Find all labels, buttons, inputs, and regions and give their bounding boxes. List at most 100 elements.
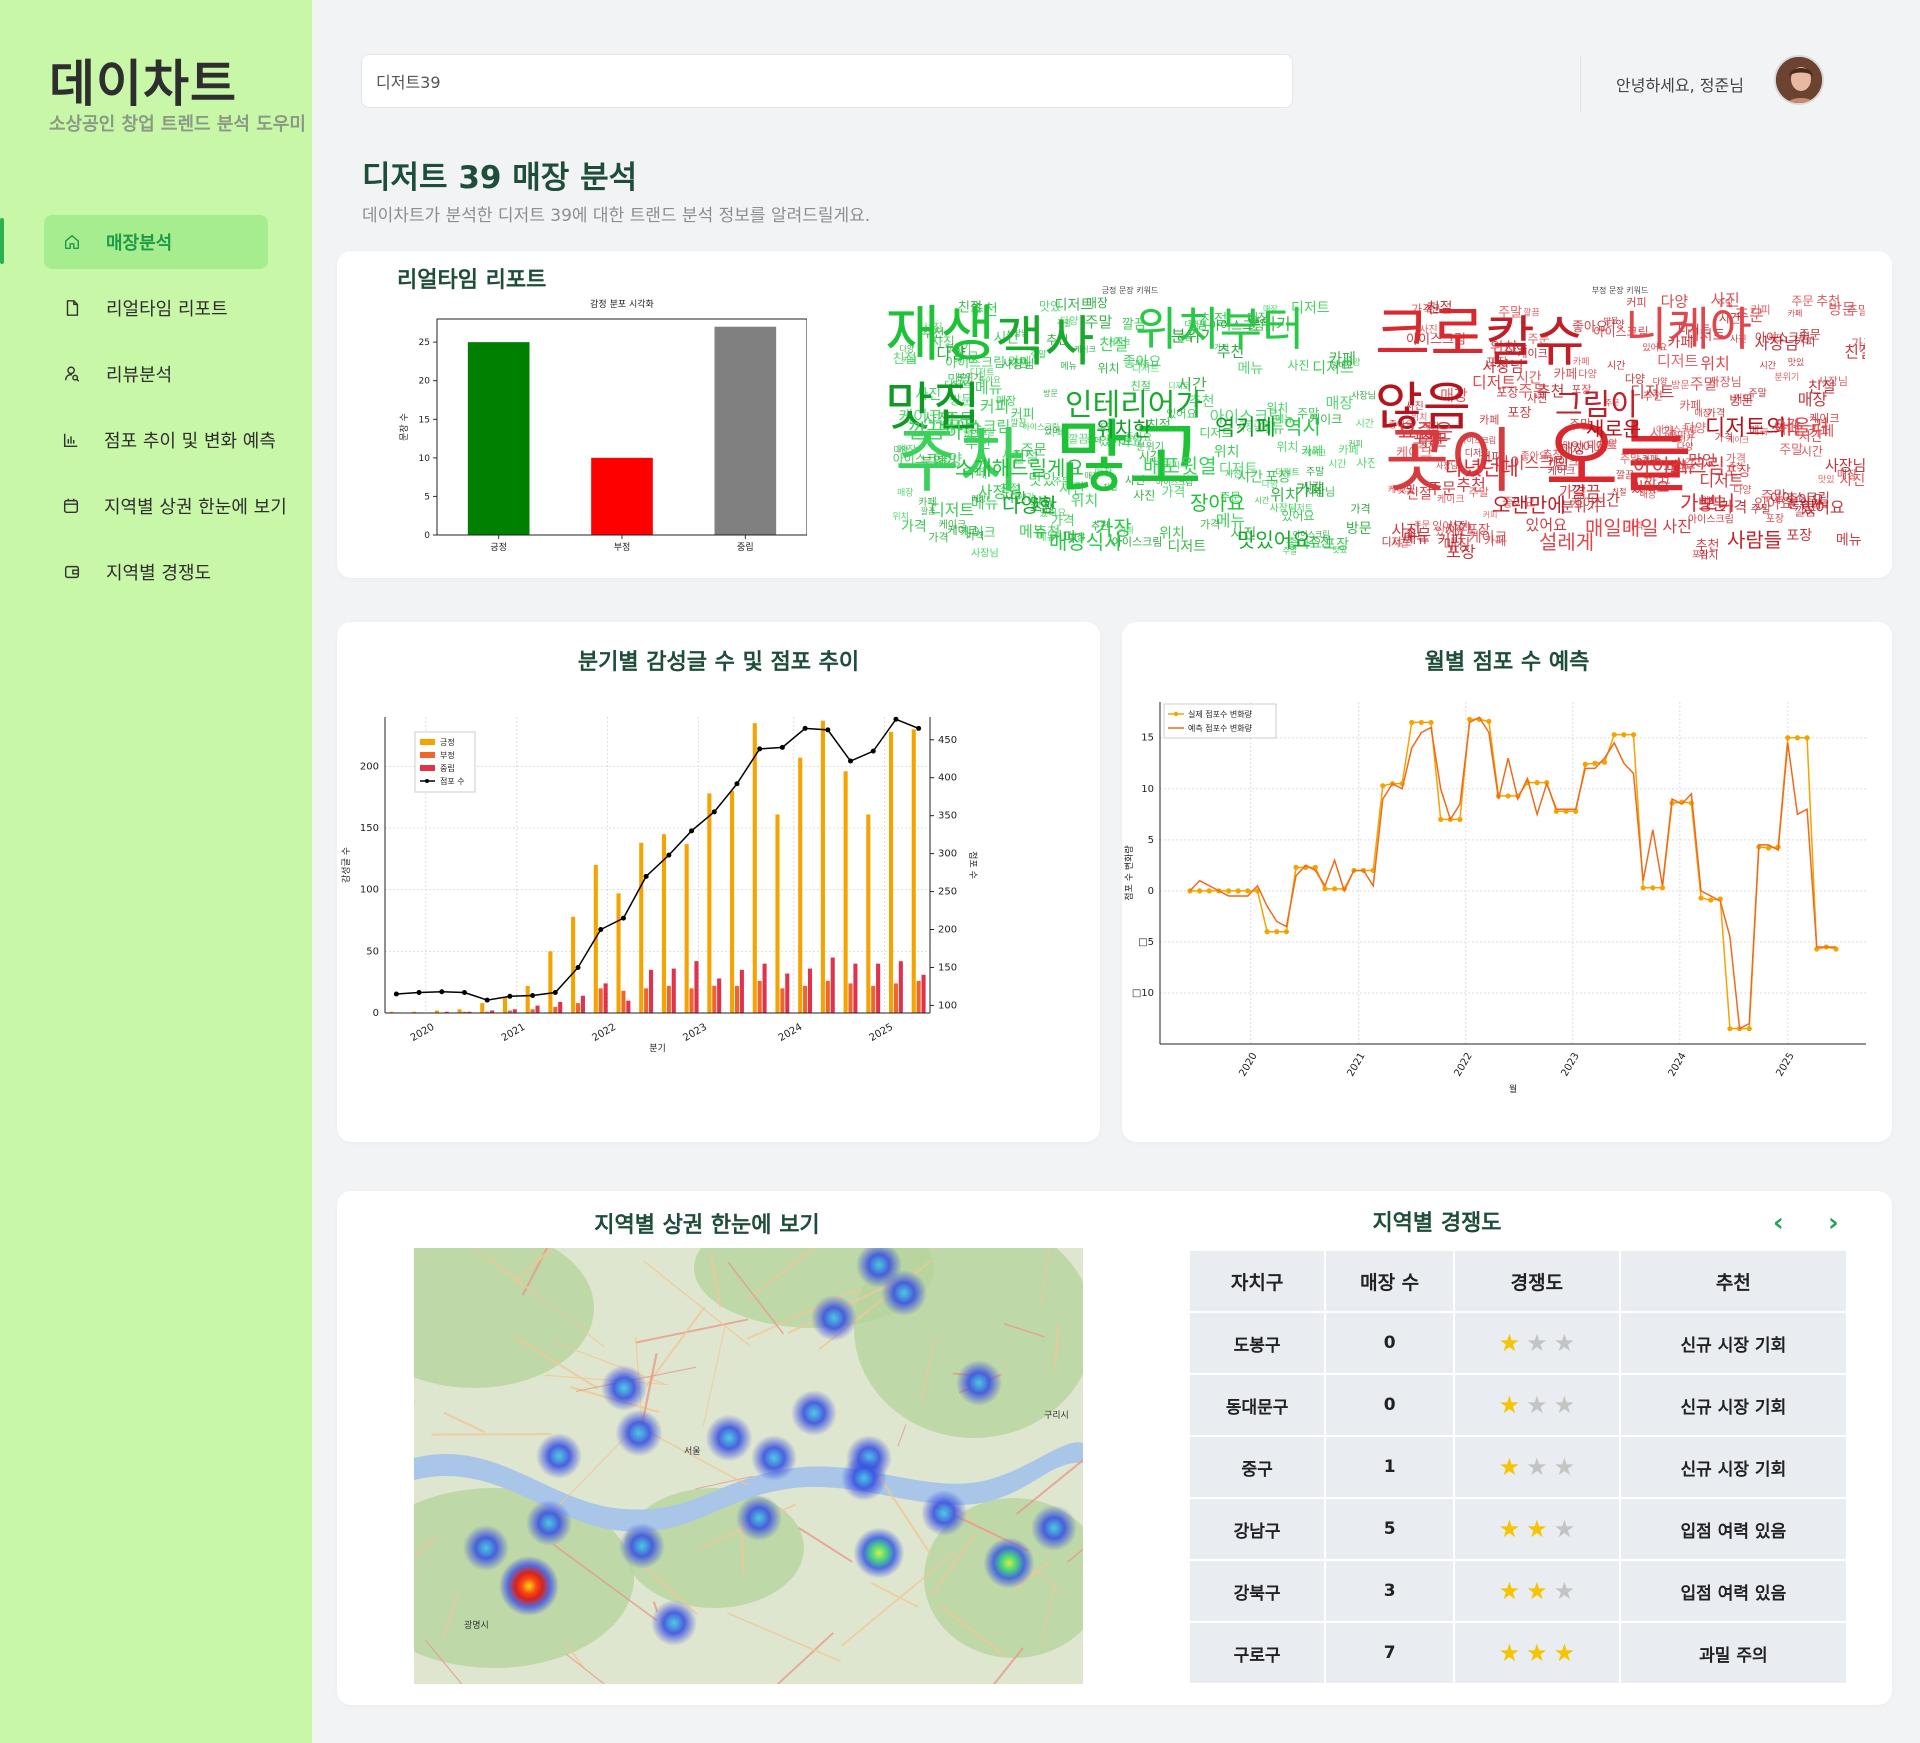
sidebar-item-regional-overview[interactable]: 지역별 상권 한눈에 보기 [44,479,287,533]
point-실제 점포수 변화량 [1582,761,1588,767]
wordcloud-word: 방문 [1604,315,1619,325]
wordcloud-word: 주말 [1779,443,1803,458]
point-실제 점포수 변화량 [1235,888,1241,894]
map-title: 지역별 상권 한눈에 보기 [594,1213,820,1238]
star-icon: ★ [1498,1452,1521,1481]
wordcloud-keyword: 매장식사 [1049,530,1123,554]
wordcloud-keyword: 위치부터 [1135,302,1304,356]
sidebar-item-review-analysis[interactable]: 리뷰분석 [44,347,268,401]
wordcloud-word: 카페 [1338,443,1358,456]
heat-point [1031,1505,1077,1551]
wordcloud-word: 포장 [1508,406,1532,421]
table-row: 강북구 3 ★ ★ ★ 입점 여력 있음 [1187,1559,1849,1623]
wordcloud-word: 맛있 [1818,474,1835,486]
wordcloud-word: 깔끔 [921,507,936,516]
bar-긍정 [502,996,508,1013]
table-row: 중구 1 ★ ★ ★ 신규 시장 기회 [1187,1435,1849,1499]
avatar[interactable] [1774,55,1824,105]
commercial-heatmap[interactable]: 서울광명시 구리시 [414,1248,1083,1684]
point-점포 수 [666,852,672,858]
legend-marker [425,779,429,783]
y-tick-label: □5 [1138,937,1154,948]
y-tick-label: 15 [419,415,430,425]
y2-tick-label: 300 [938,849,957,860]
wordcloud-word: 사장님 [1305,485,1335,498]
y-tick-label: 20 [419,377,431,387]
sidebar-item-store-trend-forecast[interactable]: 점포 추이 및 변화 예측 [44,413,276,467]
sidebar-item-label: 지역별 경쟁도 [106,563,212,584]
district-cell: 중구 [1187,1435,1327,1499]
table-row: 동대문구 0 ★ ★ ★ 신규 시장 기회 [1187,1373,1849,1437]
star-icon: ★ [1553,1638,1576,1667]
chart-legend: 실제 점포수 변화량예측 점포수 변화량 [1163,703,1277,739]
wordcloud-word: 가격 [1200,518,1220,531]
point-점포 수 [757,746,763,752]
bar-중립 [876,963,881,1013]
bar-중립 [671,968,676,1013]
bar-부정 [591,457,653,535]
bar-중립 [717,978,722,1013]
point-실제 점포수 변화량 [1274,929,1280,935]
point-점포 수 [461,990,467,996]
star-icon: ★ [1526,1390,1548,1419]
sidebar-item-regional-competition[interactable]: 지역별 경쟁도 [44,545,268,599]
point-실제 점포수 변화량 [1794,735,1801,741]
competition-stars: ★ ★ ★ [1499,1331,1576,1355]
wordcloud-word: 주말 [1690,375,1718,393]
y-axis-label: 감성글 수 [340,847,352,883]
wordcloud-word: 위치 [1276,440,1298,454]
wordcloud-word: 방문 [1729,394,1753,409]
bar-중립 [830,957,835,1013]
point-실제 점포수 변화량 [1380,783,1386,789]
point-실제 점포수 변화량 [1197,888,1203,894]
bar-중립 [921,974,926,1013]
star-icon: ★ [1553,1390,1576,1419]
search-input[interactable] [361,54,1293,108]
competition-table: 자치구 매장 수 경쟁도 추천 도봉구 0 ★ ★ ★ 신규 시장 기회 동대문구 0 ★ ★ ★ 신… [1187,1249,1849,1685]
point-점포 수 [598,927,604,933]
wordcloud-word: 사진 [1356,456,1375,470]
wordcloud-word: 포장 [1496,385,1518,399]
wordcloud-word: 시간 [1254,495,1269,505]
bar-긍정 [525,985,530,1013]
star-icon: ★ [1526,1638,1548,1667]
sidebar: 데이차트 소상공인 창업 트렌드 분석 도우미 매장분석 리얼타임 리포트 리뷰 [0,0,312,1743]
wordcloud-word: 가격 [901,519,927,535]
point-실제 점포수 변화량 [1438,816,1444,823]
point-점포 수 [689,828,695,834]
wordcloud-word: 시간 [1760,360,1777,371]
sidebar-item-realtime-report[interactable]: 리얼타임 리포트 [44,281,268,335]
wordcloud-keyword: 아이스크림 [1633,454,1725,478]
wordcloud-keyword: 새로운 [1586,417,1641,441]
sidebar-item-store-analysis[interactable]: 매장분석 [44,215,268,269]
y-tick-label: 0 [424,531,430,541]
wordcloud-word: 사진 [1391,521,1420,540]
prev-page-button[interactable]: ‹ [1773,1208,1784,1238]
wordcloud-keyword: 깔끔하고 [908,419,982,443]
x-tick-label: 2024 [777,1022,805,1044]
point-실제 점포수 변화량 [1611,732,1617,738]
next-page-button[interactable]: › [1828,1208,1839,1238]
page-title: 디저트 39 매장 분석 [362,160,638,196]
point-점포 수 [825,727,831,733]
wordcloud-word: 주문 [1799,328,1821,342]
point-실제 점포수 변화량 [1428,719,1434,726]
bar-부정 [780,988,785,1013]
wordcloud-title: 부정 문장 키워드 [1592,285,1649,295]
table-row: 강남구 5 ★ ★ ★ 입점 여력 있음 [1187,1497,1849,1561]
wordcloud-word: 방문 [1043,388,1058,398]
bar-긍정 [457,1009,462,1013]
y2-axis-label: 점포 수 [967,851,979,879]
wordcloud-word: 사진 [1288,358,1310,372]
home-icon [62,232,82,252]
wordcloud-word: 좋아요 [1804,501,1829,512]
y-tick-label: □10 [1132,988,1154,999]
y2-tick-label: 150 [938,962,957,973]
wordcloud-word: 메뉴 [1836,533,1862,549]
bar-부정 [871,985,876,1013]
wordcloud-word: 사장님 [1754,334,1798,353]
bar-부정 [666,985,671,1013]
x-axis-label: 월 [1509,1083,1517,1095]
wordcloud-word: 다양 [1733,484,1751,496]
y-tick-label: 15 [1141,733,1154,744]
